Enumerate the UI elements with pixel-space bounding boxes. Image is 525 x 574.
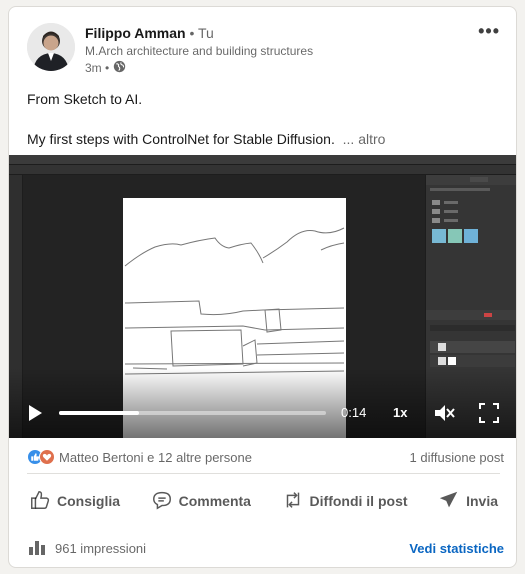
like-label: Consiglia: [57, 493, 121, 509]
bar-chart-icon: [27, 537, 47, 560]
play-icon[interactable]: [25, 403, 45, 428]
love-icon: [39, 449, 55, 465]
post-actions: Consiglia Commenta Diffondi il post Invi…: [21, 485, 506, 517]
author-name[interactable]: Filippo Amman: [85, 25, 186, 41]
divider: [27, 473, 500, 474]
comment-button[interactable]: Commenta: [143, 485, 259, 517]
thumbs-up-icon: [29, 489, 51, 514]
mute-icon[interactable]: [433, 402, 457, 429]
comment-icon: [151, 489, 173, 514]
author-line: Filippo Amman • Tu: [85, 25, 214, 41]
impressions-count: 961 impressioni: [55, 540, 147, 556]
globe-icon: [113, 60, 126, 76]
repost-label: Diffondi il post: [309, 493, 408, 509]
post-text-line: From Sketch to AI.: [27, 91, 143, 107]
video-progress-bar[interactable]: [59, 411, 326, 415]
repost-icon: [282, 489, 304, 514]
send-icon: [438, 489, 460, 514]
more-options-button[interactable]: •••: [478, 21, 500, 42]
post-card: Filippo Amman • Tu M.Arch architecture a…: [8, 6, 517, 568]
post-age: 3m •: [85, 61, 110, 75]
post-text-line: My first steps with ControlNet for Stabl…: [27, 129, 497, 149]
social-counts: Matteo Bertoni e 12 altre persone 1 diff…: [27, 447, 504, 467]
video-time: 0:14: [341, 405, 367, 420]
send-label: Invia: [466, 493, 498, 509]
post-text: From Sketch to AI. My first steps with C…: [27, 89, 497, 149]
see-more-link[interactable]: ... altro: [343, 131, 386, 147]
view-stats-link[interactable]: Vedi statistiche: [409, 541, 504, 556]
like-button[interactable]: Consiglia: [21, 485, 128, 517]
reactions-count[interactable]: Matteo Bertoni e 12 altre persone: [59, 450, 252, 465]
connection-degree: • Tu: [189, 25, 214, 41]
reaction-icons[interactable]: [27, 449, 55, 465]
playback-rate-button[interactable]: 1x: [393, 405, 407, 420]
video-frame-options-bar: [9, 165, 516, 175]
author-headline: M.Arch architecture and building structu…: [85, 44, 314, 58]
post-time: 3m •: [85, 60, 126, 76]
video-player[interactable]: 0:14 1x: [9, 155, 516, 438]
avatar[interactable]: [27, 23, 75, 71]
reposts-count[interactable]: 1 diffusione post: [410, 450, 504, 465]
repost-button[interactable]: Diffondi il post: [274, 485, 416, 517]
video-progress-fill: [59, 411, 140, 415]
post-text-body: My first steps with ControlNet for Stabl…: [27, 131, 335, 147]
comment-label: Commenta: [178, 493, 251, 509]
video-frame-menubar: [9, 155, 516, 165]
analytics-bar: 961 impressioni Vedi statistiche: [27, 537, 504, 559]
send-button[interactable]: Invia: [430, 485, 506, 517]
fullscreen-icon[interactable]: [479, 403, 499, 428]
post-header: Filippo Amman • Tu M.Arch architecture a…: [9, 7, 516, 87]
